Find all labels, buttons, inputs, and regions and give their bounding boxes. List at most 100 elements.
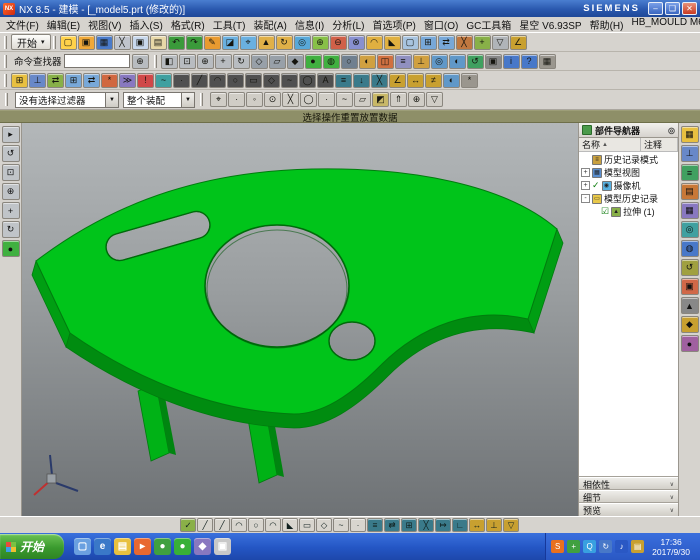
toolbar-grip[interactable] [5, 93, 8, 106]
fillet-icon[interactable]: ◠ [265, 518, 281, 532]
view-palette-icon[interactable]: ▦ [681, 202, 699, 219]
section-preview[interactable]: 预览 ∨ [579, 503, 678, 516]
start-menu-button[interactable]: 开始 ▾ [11, 34, 51, 50]
menu-item[interactable]: HB_MOULD M6.T [627, 17, 700, 32]
web-browser-icon[interactable]: ◍ [681, 240, 699, 257]
command-finder-input[interactable] [64, 54, 130, 68]
history-palette-icon[interactable]: ↺ [681, 259, 699, 276]
show-desktop-icon[interactable]: ▢ [74, 538, 91, 555]
quick-extend-icon[interactable]: ↦ [435, 518, 451, 532]
datum-csys-icon[interactable]: ⌖ [240, 35, 257, 50]
profile-icon[interactable]: ╱ [197, 518, 213, 532]
offset-curve-icon[interactable]: ≡ [335, 73, 352, 88]
line-tool-icon[interactable]: ╱ [191, 73, 208, 88]
analysis-distance-icon[interactable]: ↔ [407, 73, 424, 88]
tree-row[interactable]: +✓◉摄像机 [579, 179, 678, 192]
menu-item[interactable]: 星空 V6.93SP [515, 17, 585, 32]
maximize-button[interactable]: ❑ [665, 2, 680, 15]
open-icon[interactable]: ▣ [78, 35, 95, 50]
circle-tool-icon[interactable]: ○ [227, 73, 244, 88]
studio-spline-icon[interactable]: ~ [333, 518, 349, 532]
snap-endpoint-icon[interactable]: ∙ [228, 92, 245, 107]
chamfer-icon[interactable]: ◣ [384, 35, 401, 50]
geometric-constraint-icon[interactable]: ⊥ [486, 518, 502, 532]
constraint-navigator-icon[interactable]: ⊥ [681, 145, 699, 162]
process-studio-icon[interactable]: ▣ [681, 278, 699, 295]
pan-view-icon[interactable]: + [2, 202, 20, 219]
toolbar-grip[interactable] [53, 36, 56, 49]
trim-body-icon[interactable]: ╳ [456, 35, 473, 50]
menu-item[interactable]: 信息(I) [291, 17, 328, 32]
point-on-face-icon[interactable]: ▱ [354, 92, 371, 107]
sketch-arc-icon[interactable]: ◠ [231, 518, 247, 532]
arc-tool-icon[interactable]: ◠ [209, 73, 226, 88]
view-triad[interactable] [34, 455, 78, 495]
toolbar-grip[interactable] [200, 93, 203, 106]
information-icon[interactable]: i [503, 54, 520, 69]
orient-view-icon[interactable]: ◧ [161, 54, 178, 69]
interference-check-icon[interactable]: ! [137, 73, 154, 88]
menu-item[interactable]: 窗口(O) [420, 17, 462, 32]
snap-intersection-icon[interactable]: ╳ [282, 92, 299, 107]
toolbar-grip[interactable] [4, 74, 7, 87]
edit-object-display-icon[interactable]: ◐ [449, 54, 466, 69]
rectangle-icon[interactable]: ▭ [299, 518, 315, 532]
taskbar-clock[interactable]: 17:36 2017/9/30 [647, 537, 695, 557]
render-style-icon[interactable]: ● [2, 240, 20, 257]
finish-sketch-icon[interactable]: ✓ [180, 518, 196, 532]
studio-render-icon[interactable]: ◐ [359, 54, 376, 69]
intersect-icon[interactable]: ⊗ [348, 35, 365, 50]
spline-tool-icon[interactable]: ~ [281, 73, 298, 88]
safety-center-icon[interactable]: + [567, 540, 580, 553]
highlight-toggle-icon[interactable]: ◩ [372, 92, 389, 107]
selection-scope-dropdown[interactable]: 整个装配 ▼ [123, 92, 195, 108]
part-navigator-icon[interactable]: ≡ [681, 164, 699, 181]
shaded-icon[interactable]: ◍ [323, 54, 340, 69]
dimension-icon[interactable]: ↔ [469, 518, 485, 532]
unite-icon[interactable]: ⊕ [312, 35, 329, 50]
toolbar-grip[interactable] [154, 55, 157, 68]
wave-geometry-linker-icon[interactable]: ~ [155, 73, 172, 88]
tree-row[interactable]: -▭模型历史记录 [579, 192, 678, 205]
zoom-view-icon[interactable]: ⊕ [2, 183, 20, 200]
hole-icon[interactable]: ◎ [294, 35, 311, 50]
menu-item[interactable]: 分析(L) [328, 17, 368, 32]
menu-item[interactable]: 编辑(E) [43, 17, 84, 32]
deviation-gauge-icon[interactable]: ≠ [425, 73, 442, 88]
small-hole-rim[interactable] [329, 322, 375, 360]
model-top-face[interactable] [36, 169, 557, 414]
offset-icon[interactable]: ≡ [367, 518, 383, 532]
explode-view-icon[interactable]: * [101, 73, 118, 88]
show-hide-icon[interactable]: ◎ [431, 54, 448, 69]
expand-toggle-icon[interactable]: + [581, 168, 590, 177]
sketch-line-icon[interactable]: ╱ [214, 518, 230, 532]
media-player-icon[interactable]: ▸ [134, 538, 151, 555]
perspective-icon[interactable]: ◇ [251, 54, 268, 69]
snap-center-icon[interactable]: ⊙ [264, 92, 281, 107]
new-icon[interactable]: ▢ [60, 35, 77, 50]
column-comment-header[interactable]: 注释 [641, 138, 678, 151]
section-details[interactable]: 细节 ∨ [579, 490, 678, 503]
menu-item[interactable]: 插入(S) [125, 17, 166, 32]
hd3d-tools-icon[interactable]: ◎ [681, 221, 699, 238]
shaded-with-edges-icon[interactable]: ● [305, 54, 322, 69]
assembly-navigator-icon[interactable]: ▦ [681, 126, 699, 143]
green-app-icon[interactable]: ● [154, 538, 171, 555]
menu-item[interactable]: 视图(V) [84, 17, 125, 32]
sketch-circle-icon[interactable]: ○ [248, 518, 264, 532]
rotate-view-icon[interactable]: ↻ [2, 221, 20, 238]
graphics-viewport[interactable] [22, 123, 578, 516]
utility-icon[interactable]: ◆ [194, 538, 211, 555]
pattern-curve-icon[interactable]: ⊞ [401, 518, 417, 532]
edit-display-icon[interactable]: ◐ [443, 73, 460, 88]
show-constraints-icon[interactable]: ▽ [503, 518, 519, 532]
intersection-curve-icon[interactable]: ╳ [371, 73, 388, 88]
isometric-view-icon[interactable]: ◆ [287, 54, 304, 69]
sogou-input-icon[interactable]: S [551, 540, 564, 553]
redo-icon[interactable]: ↷ [186, 35, 203, 50]
menu-item[interactable]: GC工具箱 [462, 17, 515, 32]
snap-midpoint-icon[interactable]: ◦ [246, 92, 263, 107]
menu-item[interactable]: 格式(R) [167, 17, 209, 32]
close-button[interactable]: ✕ [682, 2, 697, 15]
selection-filter-icon[interactable]: ▽ [426, 92, 443, 107]
